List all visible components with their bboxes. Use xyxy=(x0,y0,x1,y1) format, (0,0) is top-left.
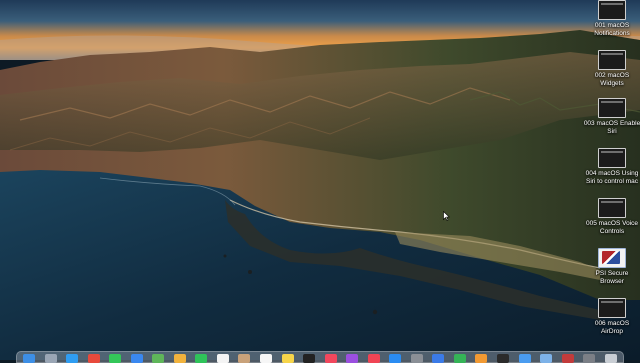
desktop-file-005-macos-voice-controls[interactable]: 005 macOS Voice Controls xyxy=(580,198,640,236)
photos-app-icon[interactable] xyxy=(173,354,186,363)
tv-app-icon[interactable] xyxy=(303,354,316,363)
video-thumbnail-icon xyxy=(598,198,626,218)
video-thumbnail-icon xyxy=(598,50,626,70)
numbers-app-icon[interactable] xyxy=(453,354,466,363)
desktop-file-label-line2: Browser xyxy=(600,278,624,285)
desktop-file-label-line1: 003 macOS Enable xyxy=(583,120,640,127)
podcasts-app-icon[interactable] xyxy=(346,354,359,363)
video-thumbnail-icon xyxy=(598,0,626,20)
desktop-file-001-macos-notifications[interactable]: 001 macOS Notifications xyxy=(580,0,640,38)
contacts-app-icon[interactable] xyxy=(238,354,251,363)
messages-app-icon[interactable] xyxy=(109,354,122,363)
launchpad-app-icon[interactable] xyxy=(44,354,57,363)
video-thumbnail-icon xyxy=(598,298,626,318)
mail-app-icon[interactable] xyxy=(130,354,143,363)
screenshot-app-icon[interactable] xyxy=(583,354,596,363)
desktop-file-label-line1: 001 macOS xyxy=(594,22,630,29)
reminders-app-icon[interactable] xyxy=(260,354,273,363)
desktop-file-label-line2: Widgets xyxy=(600,80,624,87)
news-app-icon[interactable] xyxy=(367,354,380,363)
desktop-wallpaper xyxy=(0,0,640,360)
system-preferences-app-icon[interactable] xyxy=(410,354,423,363)
app-store-app-icon[interactable] xyxy=(389,354,402,363)
video-thumbnail-icon xyxy=(598,98,626,118)
desktop-file-label-line1: PSI Secure xyxy=(595,270,629,277)
facetime-app-icon[interactable] xyxy=(195,354,208,363)
safari-app-icon[interactable] xyxy=(66,354,79,363)
trash-app-icon[interactable] xyxy=(604,354,617,363)
terminal-app-icon[interactable] xyxy=(497,354,510,363)
desktop-file-label-line2: AirDrop xyxy=(600,328,624,335)
keynote-app-icon[interactable] xyxy=(432,354,445,363)
preview-app-icon[interactable] xyxy=(540,354,553,363)
calendar-app-icon[interactable] xyxy=(216,354,229,363)
desktop-app-psi-secure-browser[interactable]: PSI Secure Browser xyxy=(580,248,640,286)
psi-browser-app-icon[interactable] xyxy=(561,354,574,363)
psi-browser-app-icon xyxy=(598,248,626,268)
maps-app-icon[interactable] xyxy=(152,354,165,363)
desktop-file-label-line1: 002 macOS xyxy=(594,72,630,79)
mouse-pointer-icon xyxy=(443,211,450,221)
dock xyxy=(16,351,624,363)
notes-app-icon[interactable] xyxy=(281,354,294,363)
desktop-file-label-line2: Siri xyxy=(607,128,617,135)
chrome-app-icon[interactable] xyxy=(87,354,100,363)
desktop-file-002-macos-widgets[interactable]: 002 macOS Widgets xyxy=(580,50,640,88)
desktop-file-label-line1: 005 macOS Voice xyxy=(585,220,639,227)
desktop-file-label-line1: 006 macOS xyxy=(594,320,630,327)
desktop-file-label-line2: Notifications xyxy=(594,30,630,37)
desktop-file-label-line1: 004 macOS Using xyxy=(585,170,639,177)
finder-app-icon[interactable] xyxy=(23,354,35,363)
desktop-file-label-line2: Controls xyxy=(599,228,625,235)
desktop-file-006-macos-airdrop[interactable]: 006 macOS AirDrop xyxy=(580,298,640,336)
music-app-icon[interactable] xyxy=(324,354,337,363)
desktop-file-004-macos-using-siri[interactable]: 004 macOS Using Siri to control mac xyxy=(580,148,640,186)
pages-app-icon[interactable] xyxy=(475,354,488,363)
desktop-file-label-line2: Siri to control mac xyxy=(585,178,639,185)
desktop-file-003-macos-enable-siri[interactable]: 003 macOS Enable Siri xyxy=(580,98,640,136)
video-thumbnail-icon xyxy=(598,148,626,168)
xcode-app-icon[interactable] xyxy=(518,354,531,363)
